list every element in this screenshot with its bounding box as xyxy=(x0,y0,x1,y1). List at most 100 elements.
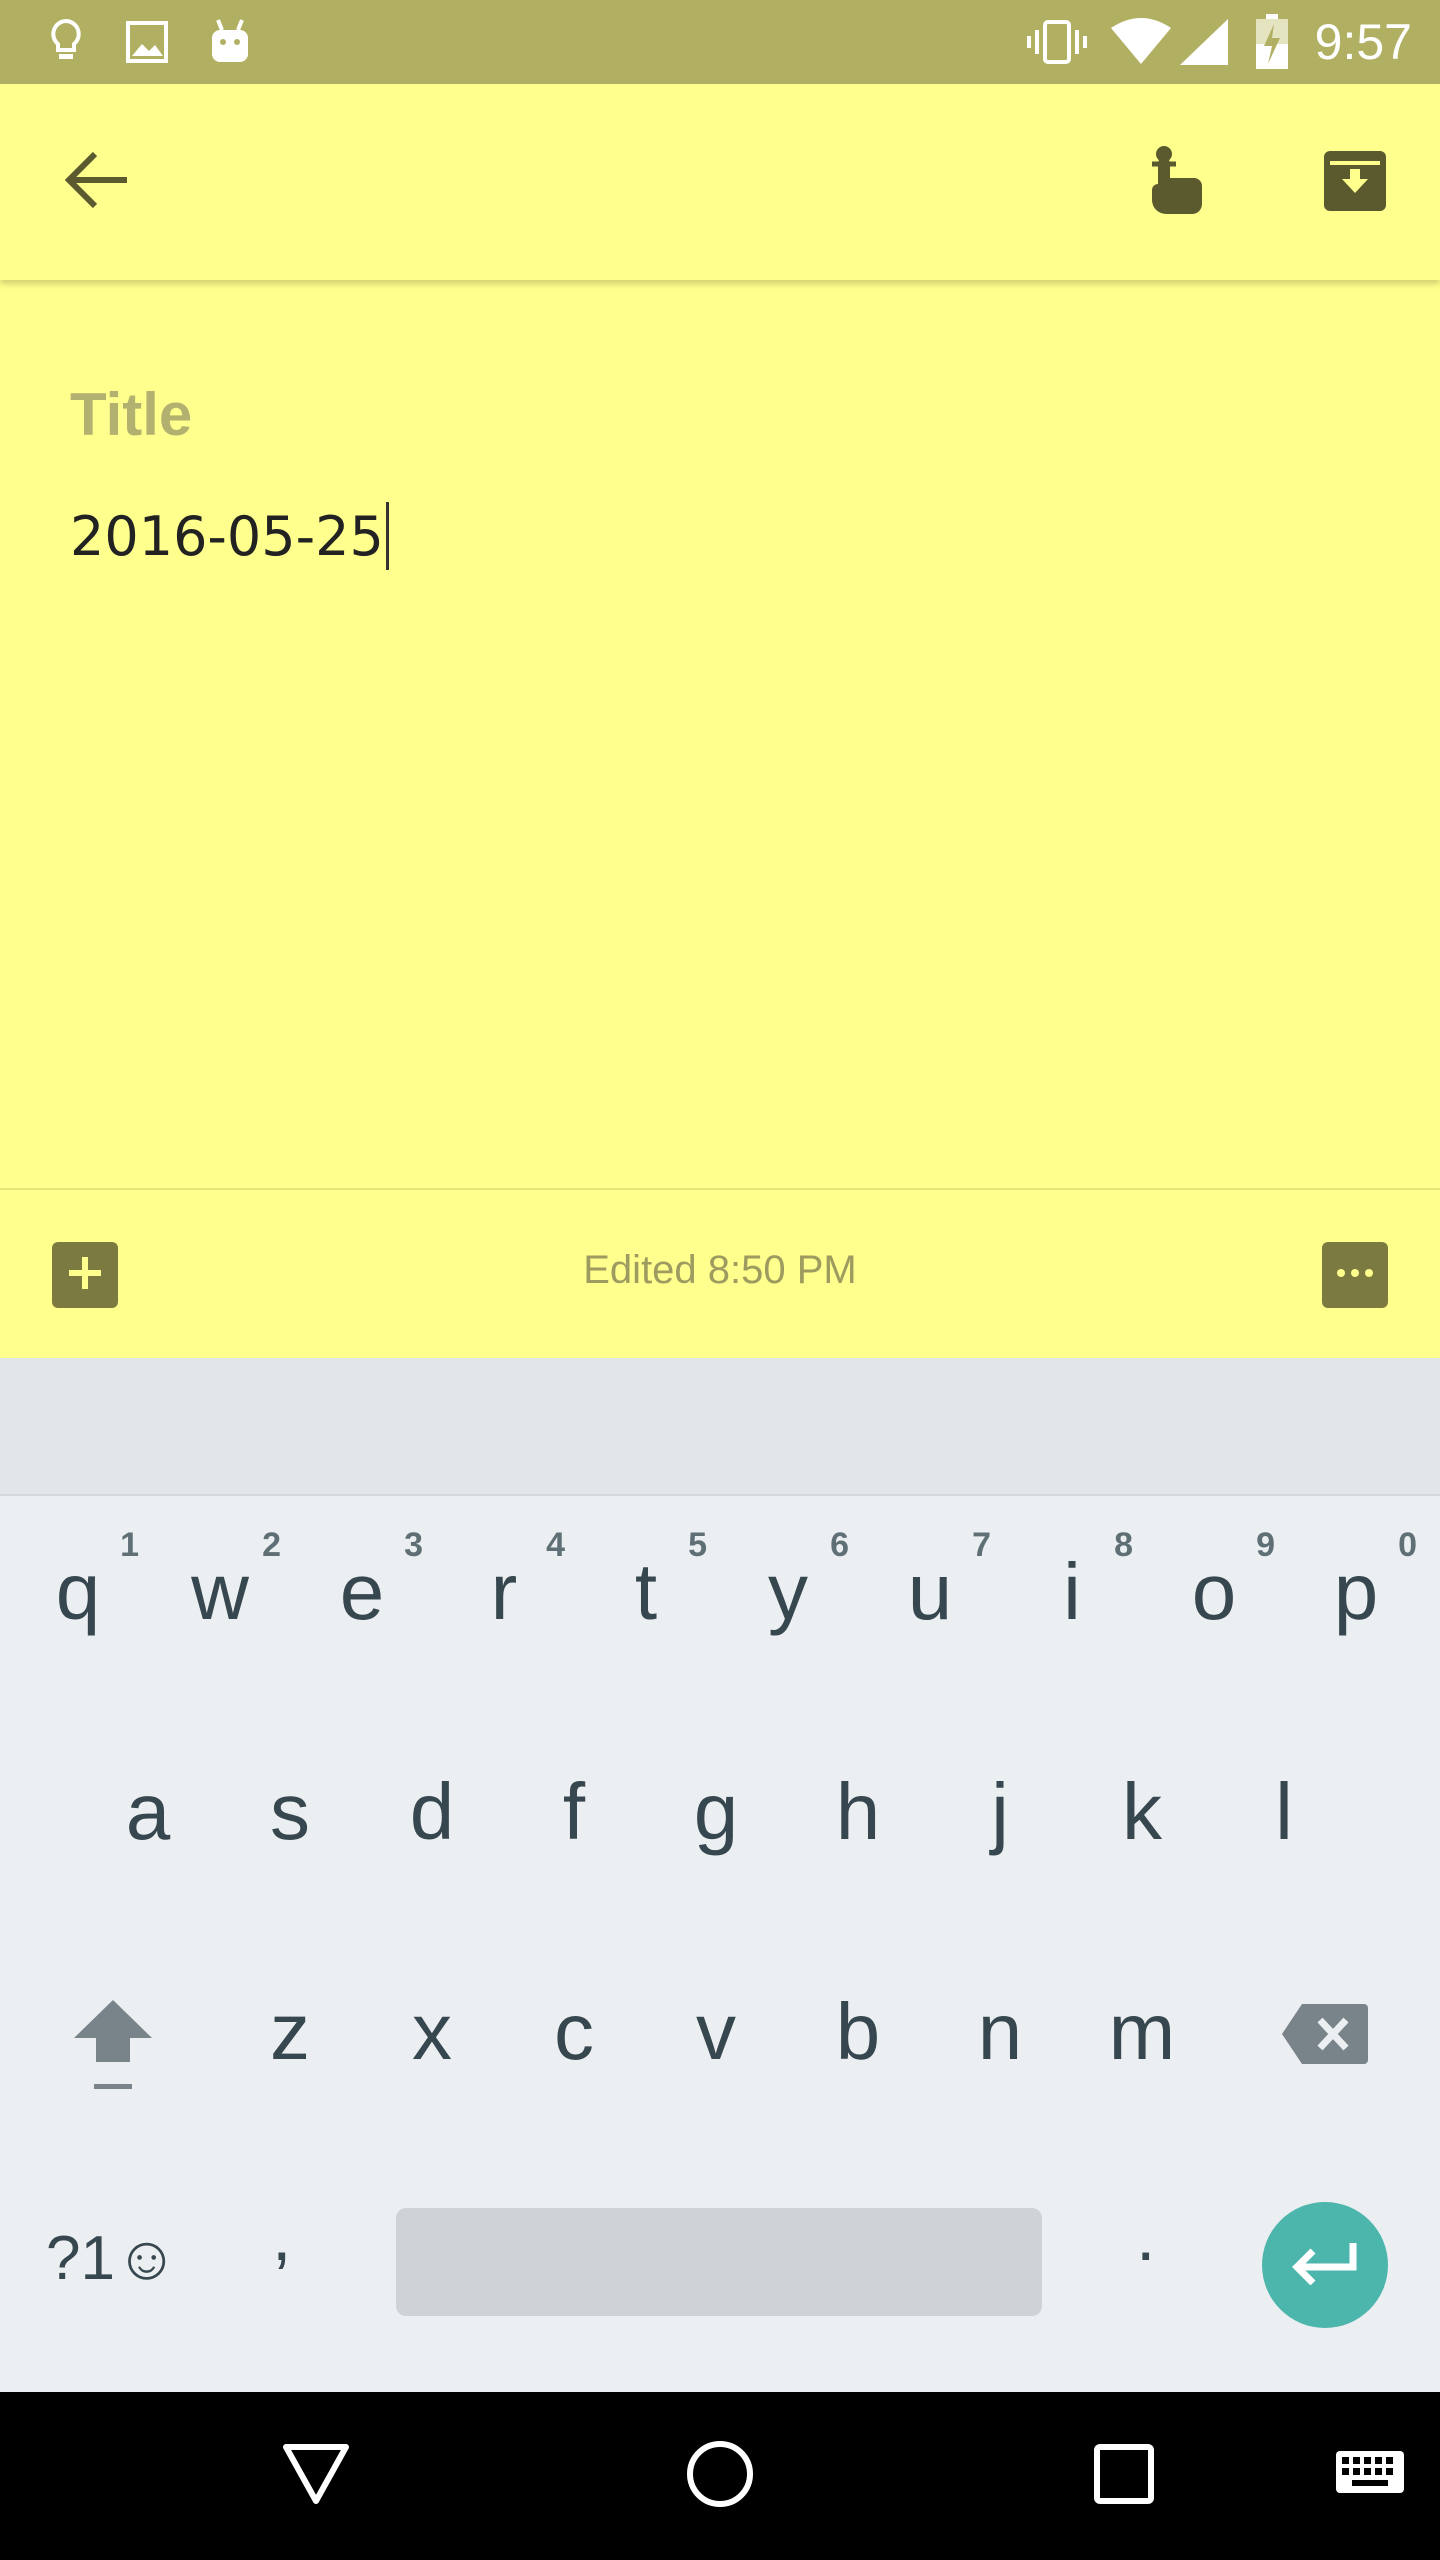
nav-keyboard-switch-button[interactable] xyxy=(1320,2426,1420,2526)
key-letter: p xyxy=(1333,1547,1379,1636)
key-letter: v xyxy=(696,1987,736,2076)
key-letter: i xyxy=(1063,1547,1081,1636)
more-horizontal-icon xyxy=(1335,1266,1375,1284)
key-h[interactable]: h xyxy=(787,1726,929,1926)
key-letter: t xyxy=(634,1547,658,1636)
key-k[interactable]: k xyxy=(1071,1726,1213,1926)
key-y[interactable]: 6y xyxy=(717,1496,859,1696)
key-b[interactable]: b xyxy=(787,1946,929,2146)
comma-key[interactable]: , xyxy=(272,2196,291,2296)
key-letter: l xyxy=(1275,1767,1293,1856)
square-recents-icon xyxy=(1093,2443,1155,2510)
backspace-icon xyxy=(1280,2002,1368,2071)
key-z[interactable]: z xyxy=(219,1946,361,2146)
key-i[interactable]: 8i xyxy=(1001,1496,1143,1696)
shift-key[interactable] xyxy=(42,1946,184,2146)
key-l[interactable]: l xyxy=(1213,1726,1355,1926)
key-letter: u xyxy=(907,1547,953,1636)
title-input[interactable]: Title xyxy=(70,380,192,449)
key-letter: r xyxy=(490,1547,518,1636)
key-letter: g xyxy=(693,1767,739,1856)
keyboard-icon xyxy=(1334,2449,1406,2504)
suggestion-strip xyxy=(0,1358,1440,1496)
nav-recents-button[interactable] xyxy=(1074,2426,1174,2526)
archive-icon xyxy=(1322,147,1388,218)
android-icon xyxy=(206,14,254,70)
key-letter: a xyxy=(125,1767,171,1856)
key-c[interactable]: c xyxy=(503,1946,645,2146)
key-letter: f xyxy=(562,1767,586,1856)
period-key[interactable]: . xyxy=(1136,2196,1155,2296)
key-r[interactable]: 4r xyxy=(433,1496,575,1696)
key-letter: j xyxy=(991,1767,1009,1856)
period-key-label: . xyxy=(1136,2197,1156,2275)
image-icon xyxy=(122,14,172,70)
key-e[interactable]: 3e xyxy=(291,1496,433,1696)
symbols-key[interactable]: ?1☺ xyxy=(46,2208,178,2308)
note-body-text: 2016-05-25 xyxy=(70,504,384,568)
space-key[interactable] xyxy=(396,2208,1042,2316)
key-s[interactable]: s xyxy=(219,1726,361,1926)
nav-back-button[interactable] xyxy=(266,2426,366,2526)
triangle-back-icon xyxy=(282,2443,350,2510)
key-letter: e xyxy=(339,1547,385,1636)
key-letter: x xyxy=(412,1987,452,2076)
enter-key[interactable] xyxy=(1262,2202,1388,2328)
key-w[interactable]: 2w xyxy=(149,1496,291,1696)
status-bar: 9:57 xyxy=(0,0,1440,84)
key-o[interactable]: 9o xyxy=(1143,1496,1285,1696)
soft-keyboard: 1q 2w 3e 4r 5t 6y 7u 8i 9o 0p a s d f g … xyxy=(0,1496,1440,2392)
note-footer-bar: Edited 8:50 PM xyxy=(0,1188,1440,1358)
key-letter: z xyxy=(270,1987,310,2076)
key-n[interactable]: n xyxy=(929,1946,1071,2146)
key-letter: b xyxy=(835,1987,881,2076)
nav-home-button[interactable] xyxy=(670,2426,770,2526)
reminder-finger-icon xyxy=(1140,144,1206,221)
backspace-key[interactable] xyxy=(1256,1946,1398,2146)
top-toolbar xyxy=(0,84,1440,280)
system-navigation-bar xyxy=(0,2392,1440,2560)
key-letter: s xyxy=(270,1767,310,1856)
key-letter: y xyxy=(768,1547,808,1636)
key-letter: o xyxy=(1191,1547,1237,1636)
key-letter: k xyxy=(1122,1767,1162,1856)
symbols-key-label: ?1☺ xyxy=(46,2223,179,2293)
back-button[interactable] xyxy=(42,127,152,237)
key-letter: h xyxy=(835,1767,881,1856)
key-x[interactable]: x xyxy=(361,1946,503,2146)
key-letter: q xyxy=(55,1547,101,1636)
key-t[interactable]: 5t xyxy=(575,1496,717,1696)
key-letter: w xyxy=(191,1547,249,1636)
key-u[interactable]: 7u xyxy=(859,1496,1001,1696)
key-letter: m xyxy=(1108,1987,1176,2076)
key-p[interactable]: 0p xyxy=(1285,1496,1427,1696)
key-m[interactable]: m xyxy=(1071,1946,1213,2146)
enter-arrow-icon xyxy=(1291,2241,1359,2290)
wifi-icon xyxy=(1108,14,1174,70)
more-options-button[interactable] xyxy=(1322,1242,1388,1308)
clock: 9:57 xyxy=(1314,14,1412,70)
key-a[interactable]: a xyxy=(77,1726,219,1926)
key-letter: c xyxy=(554,1987,594,2076)
battery-charging-icon xyxy=(1250,14,1294,70)
key-f[interactable]: f xyxy=(503,1726,645,1926)
key-j[interactable]: j xyxy=(929,1726,1071,1926)
key-q[interactable]: 1q xyxy=(7,1496,149,1696)
archive-button[interactable] xyxy=(1300,127,1410,237)
arrow-back-icon xyxy=(64,150,129,215)
key-d[interactable]: d xyxy=(361,1726,503,1926)
note-body-input[interactable]: 2016-05-25 xyxy=(70,502,389,570)
shift-icon xyxy=(70,1996,156,2097)
key-letter: d xyxy=(409,1767,455,1856)
signal-icon xyxy=(1176,14,1232,70)
reminder-button[interactable] xyxy=(1118,127,1228,237)
comma-key-label: , xyxy=(272,2197,292,2275)
key-letter: n xyxy=(977,1987,1023,2076)
text-cursor xyxy=(385,502,389,570)
lightbulb-icon xyxy=(44,14,88,70)
circle-home-icon xyxy=(685,2439,755,2514)
note-editor[interactable]: Title 2016-05-25 xyxy=(0,280,1440,1190)
vibrate-icon xyxy=(1024,14,1090,70)
key-g[interactable]: g xyxy=(645,1726,787,1926)
key-v[interactable]: v xyxy=(645,1946,787,2146)
